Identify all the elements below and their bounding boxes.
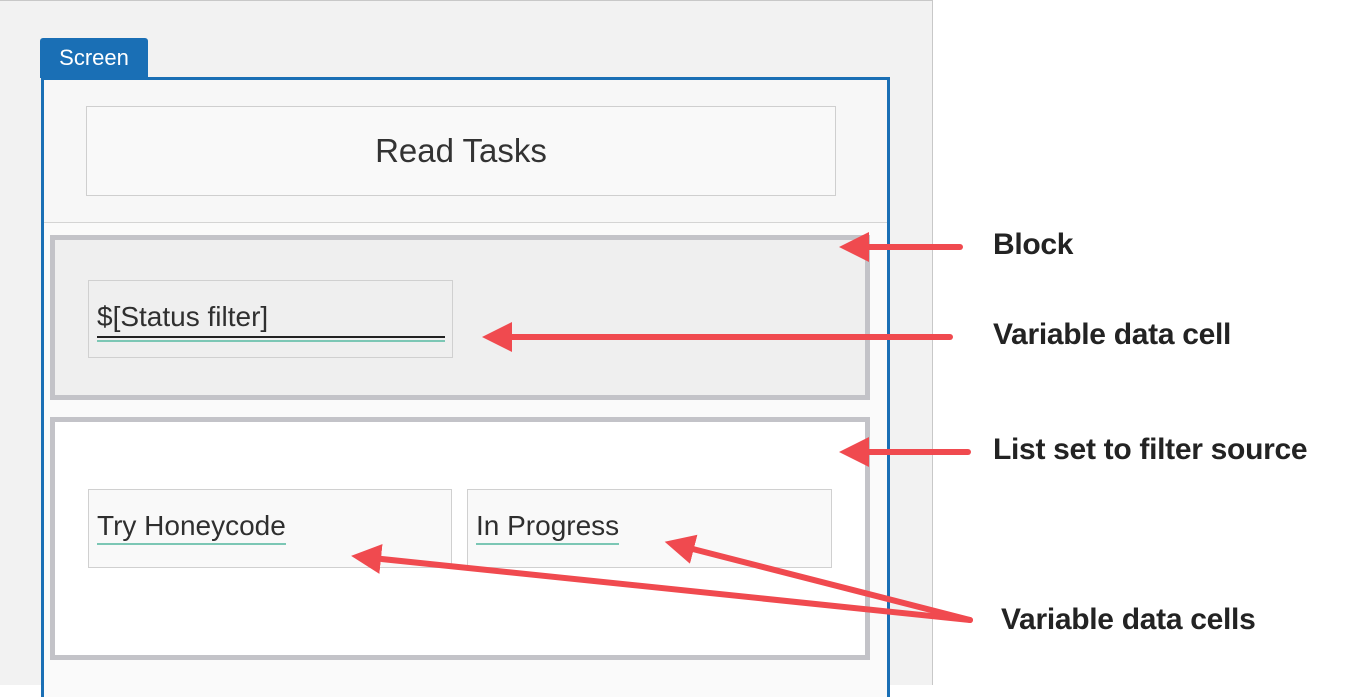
task-name-cell[interactable]: Try Honeycode [88, 489, 452, 568]
task-status-cell[interactable]: In Progress [467, 489, 832, 568]
input-underline [97, 336, 445, 338]
task-status-value: In Progress [476, 510, 620, 545]
screen-title[interactable]: Read Tasks [86, 106, 836, 196]
annotation-variable-cell-label: Variable data cell [993, 318, 1232, 351]
input-underline-accent [97, 340, 445, 342]
task-name-value: Try Honeycode [97, 510, 286, 545]
screen-tab[interactable]: Screen [40, 38, 148, 78]
annotation-block-label: Block [993, 228, 1074, 261]
annotation-variable-cells-label: Variable data cells [1001, 603, 1256, 636]
annotation-list-label: List set to filter source [993, 433, 1308, 466]
status-filter-cell[interactable]: $[Status filter] [88, 280, 453, 358]
status-filter-value: $[Status filter] [97, 301, 269, 332]
